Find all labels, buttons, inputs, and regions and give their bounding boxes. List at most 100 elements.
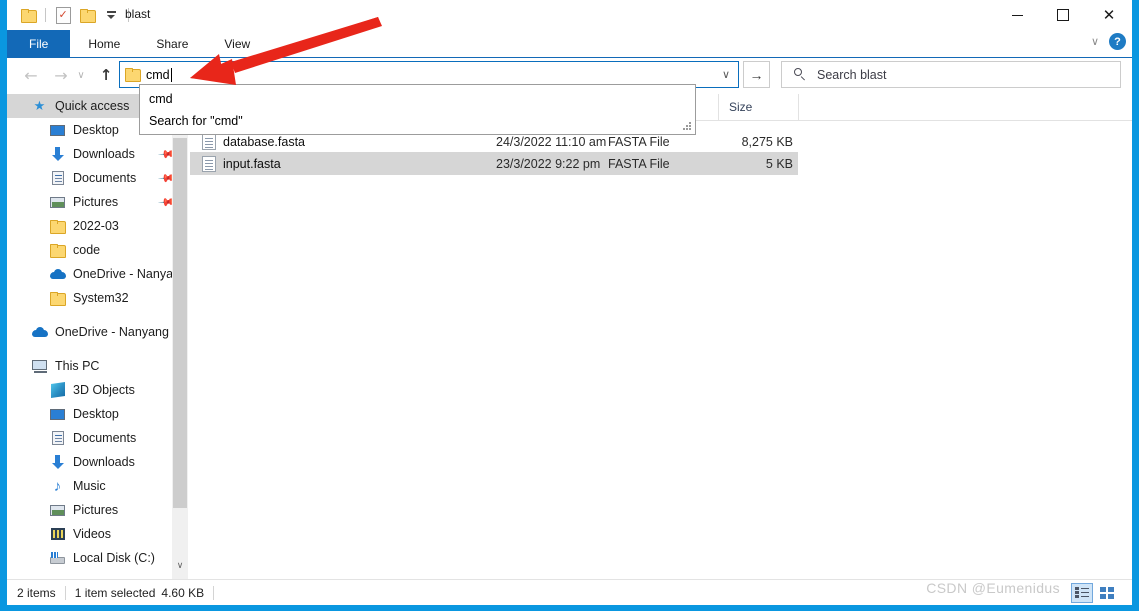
new-folder-icon[interactable]	[76, 4, 98, 26]
window-title: blast	[125, 7, 151, 21]
search-box[interactable]: Search blast	[781, 61, 1121, 88]
window-bottom-accent	[0, 605, 1139, 611]
3d-objects-icon	[49, 382, 66, 398]
address-folder-icon	[125, 68, 141, 82]
ribbon-tabs: File Home Share View	[7, 30, 268, 57]
sidebar-item-label: Downloads	[73, 147, 135, 161]
autocomplete-item-cmd[interactable]: cmd	[140, 88, 695, 110]
document-icon	[49, 430, 66, 446]
disk-icon	[49, 550, 66, 566]
download-icon	[49, 146, 66, 162]
sidebar-item-3d-objects[interactable]: 3D Objects	[7, 378, 190, 402]
qat-divider-1	[45, 8, 46, 22]
column-header-divider	[798, 94, 799, 120]
ribbon-tab-bar: File Home Share View ∨ ?	[7, 30, 1132, 58]
up-button[interactable]: ↑	[92, 61, 120, 89]
sidebar-item-documents-pc[interactable]: Documents	[7, 426, 190, 450]
file-size: 8,275 KB	[741, 134, 793, 149]
maximize-button[interactable]	[1040, 0, 1086, 30]
sidebar-item-label: System32	[73, 291, 129, 305]
sidebar-item-code[interactable]: code	[7, 238, 190, 262]
expand-ribbon-icon[interactable]: ∨	[1091, 35, 1099, 48]
file-date-modified: 23/3/2022 9:22 pm	[496, 156, 601, 171]
navigation-pane: ★ Quick access Desktop 📌 Downloads 📌 Doc…	[7, 94, 190, 580]
window-controls: ✕	[994, 0, 1132, 30]
minimize-button[interactable]	[994, 0, 1040, 30]
go-button[interactable]: →	[743, 61, 770, 88]
sidebar-item-videos[interactable]: Videos	[7, 522, 190, 546]
selection-size-label: 4.60 KB	[161, 585, 205, 600]
address-dropdown-chevron-icon[interactable]: ∨	[722, 68, 730, 81]
sidebar-item-onedrive-nanyang[interactable]: OneDrive - Nanyang T	[7, 320, 190, 344]
file-name: input.fasta	[223, 156, 281, 171]
recent-locations-button[interactable]: ∨	[73, 61, 89, 89]
search-icon	[794, 68, 807, 81]
close-button[interactable]: ✕	[1086, 0, 1132, 30]
sidebar-item-pictures-qa[interactable]: Pictures 📌	[7, 190, 190, 214]
tab-view[interactable]: View	[206, 30, 268, 57]
large-icons-view-icon[interactable]	[1096, 583, 1118, 603]
sidebar-item-label: Pictures	[73, 503, 119, 517]
file-date-modified: 24/3/2022 11:10 am	[496, 134, 607, 149]
watermark-text: CSDN @Eumenidus	[926, 580, 1060, 596]
help-icon[interactable]: ?	[1109, 33, 1126, 50]
customize-qat-dropdown-icon[interactable]	[100, 4, 122, 26]
title-bar: ✓ blast ✕	[7, 0, 1132, 30]
item-count-label: 2 items	[17, 585, 56, 600]
resize-grip-icon[interactable]	[683, 122, 692, 131]
sidebar-item-label: Quick access	[55, 99, 130, 113]
column-header-size[interactable]: Size	[718, 94, 798, 120]
sidebar-item-desktop-pc[interactable]: Desktop	[7, 402, 190, 426]
folder-properties-icon[interactable]	[17, 4, 39, 26]
cloud-icon	[31, 324, 48, 340]
file-size: 5 KB	[765, 156, 793, 171]
sidebar-item-pictures-pc[interactable]: Pictures	[7, 498, 190, 522]
sidebar-item-label: 2022-03	[73, 219, 119, 233]
sidebar-item-this-pc[interactable]: This PC	[7, 354, 190, 378]
file-explorer-window: ✓ blast ✕ File Home Share View ∨ ? ← → ∨…	[0, 0, 1139, 611]
status-divider	[64, 585, 66, 600]
music-icon: ♪	[53, 477, 62, 495]
back-button[interactable]: ←	[17, 61, 45, 89]
tab-home[interactable]: Home	[70, 30, 138, 57]
sidebar-item-downloads-qa[interactable]: Downloads 📌	[7, 142, 190, 166]
file-name: database.fasta	[223, 134, 306, 149]
table-row[interactable]: input.fasta 23/3/2022 9:22 pm FASTA File…	[190, 152, 798, 175]
forward-button[interactable]: →	[47, 61, 75, 89]
properties-icon[interactable]: ✓	[52, 4, 74, 26]
monitor-icon	[49, 122, 66, 138]
sidebar-item-label: This PC	[55, 359, 100, 373]
sidebar-item-label: OneDrive - Nanyang	[73, 267, 187, 281]
sidebar-item-music[interactable]: ♪ Music	[7, 474, 190, 498]
picture-icon	[49, 502, 66, 518]
address-input-text: cmd	[146, 67, 170, 82]
details-view-icon[interactable]	[1071, 582, 1093, 603]
sidebar-item-onedrive-nanyang-qa[interactable]: OneDrive - Nanyang	[7, 262, 190, 286]
fasta-file-icon	[202, 133, 216, 150]
file-list-pane: Size database.fasta 24/3/2022 11:10 am F…	[190, 94, 1132, 580]
cloud-icon	[49, 266, 66, 282]
status-divider-2	[213, 585, 215, 600]
sidebar-item-local-disk-c[interactable]: Local Disk (C:)	[7, 546, 190, 570]
tab-share[interactable]: Share	[138, 30, 206, 57]
scroll-down-arrow-icon[interactable]: ∨	[172, 557, 188, 574]
sidebar-item-downloads-pc[interactable]: Downloads	[7, 450, 190, 474]
scrollbar-thumb[interactable]	[173, 138, 187, 508]
sidebar-item-label: Videos	[73, 527, 111, 541]
sidebar-item-system32[interactable]: System32	[7, 286, 190, 310]
search-placeholder: Search blast	[817, 67, 887, 82]
navigation-pane-scrollbar[interactable]: ∨	[172, 94, 188, 580]
sidebar-item-label: 3D Objects	[73, 383, 135, 397]
sidebar-item-documents-qa[interactable]: Documents 📌	[7, 166, 190, 190]
sidebar-item-label: Desktop	[73, 123, 119, 137]
sidebar-item-label: Music	[73, 479, 106, 493]
download-icon	[49, 454, 66, 470]
sidebar-item-2022-03[interactable]: 2022-03	[7, 214, 190, 238]
autocomplete-item-search-for[interactable]: Search for "cmd"	[140, 110, 695, 132]
selection-label: 1 item selected	[74, 585, 156, 600]
tab-file[interactable]: File	[7, 30, 71, 57]
sidebar-item-label: Pictures	[73, 195, 119, 209]
sidebar-item-label: Local Disk (C:)	[73, 551, 155, 565]
star-icon: ★	[33, 98, 46, 113]
video-icon	[49, 526, 66, 542]
